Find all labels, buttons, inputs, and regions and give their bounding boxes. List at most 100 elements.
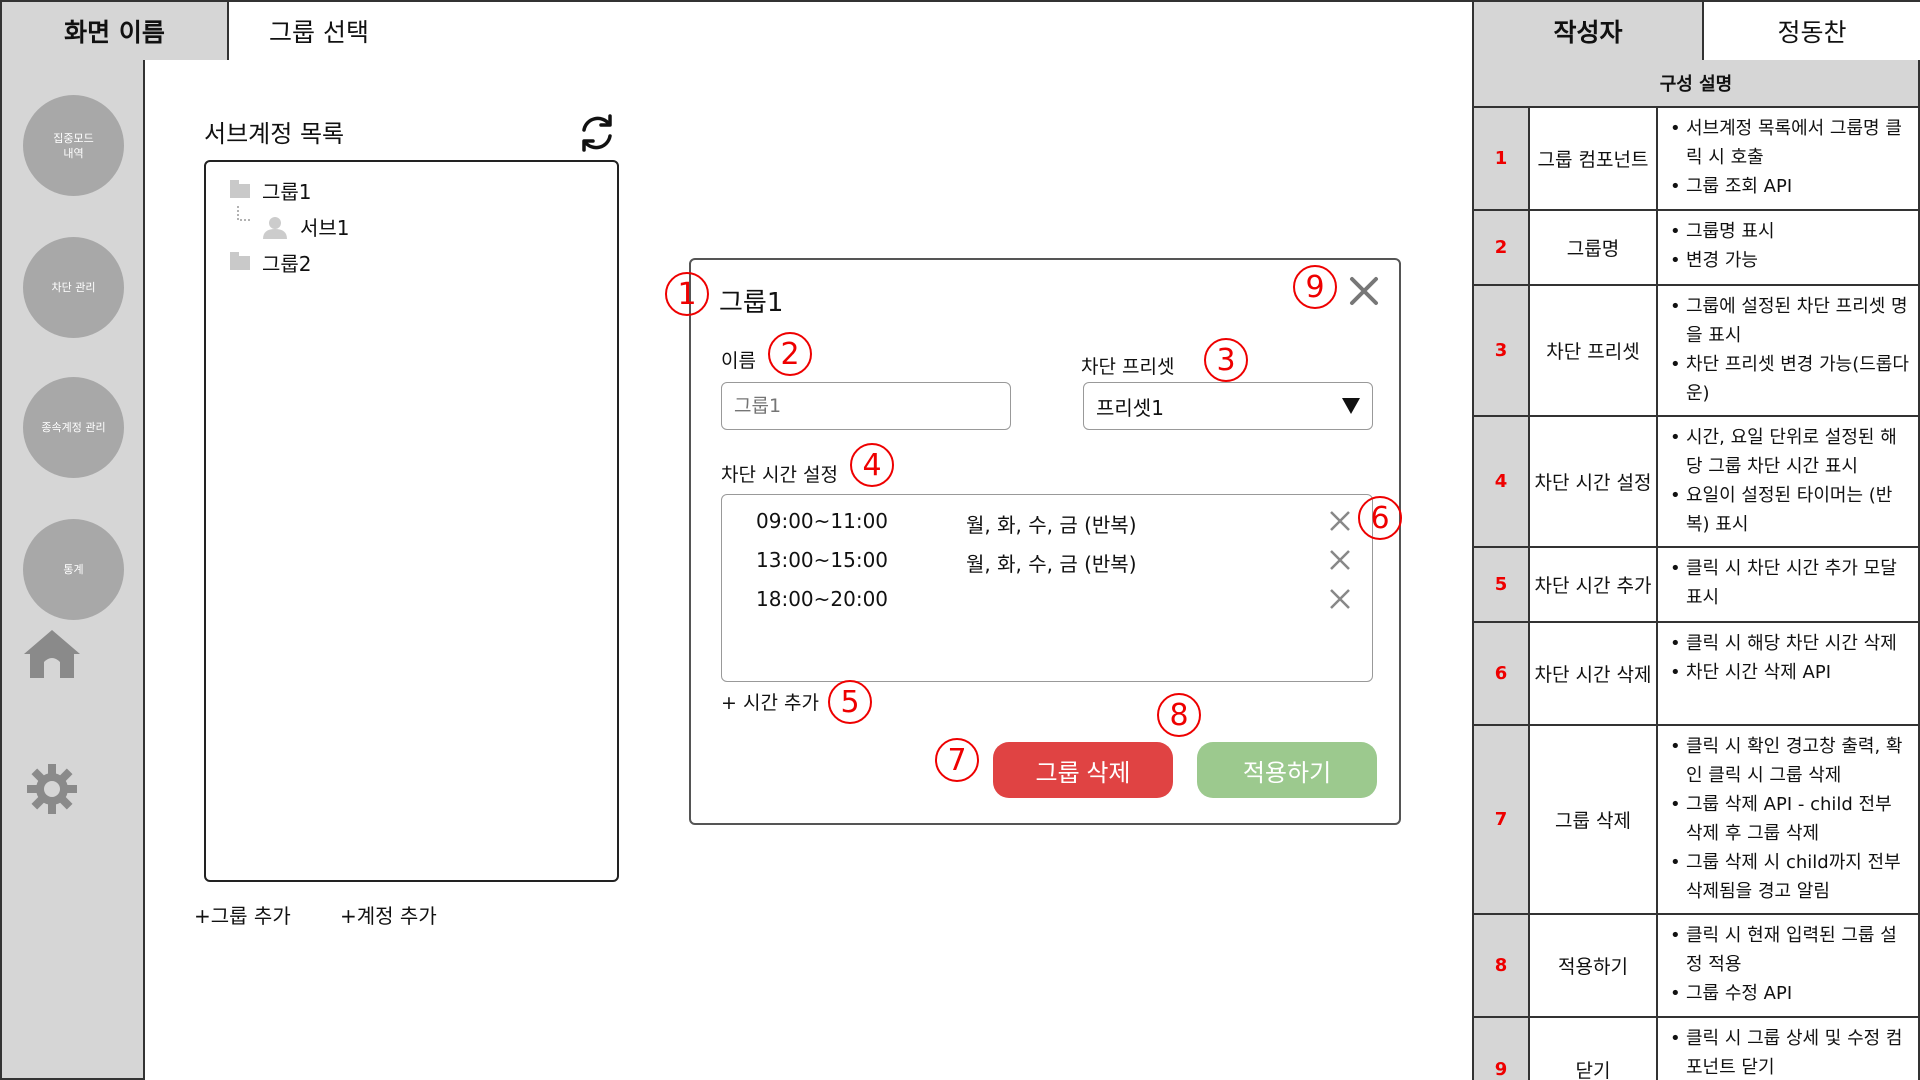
author-label: 작성자 [1474,2,1704,60]
row-name: 그룹 삭제 [1530,726,1658,913]
time-range: 18:00~20:00 [756,587,889,611]
tree-group-label: 그룹1 [262,180,312,204]
header-bar: 화면 이름 그룹 선택 작성자 정동찬 [0,0,1920,60]
row-details: 시간, 요일 단위로 설정된 해당 그룹 차단 시간 표시 요일이 설정된 타이… [1658,417,1918,546]
nav-item-block-manage[interactable]: 차단 관리 [23,237,124,338]
close-icon[interactable] [1347,274,1381,308]
row-details: 클릭 시 확인 경고창 출력, 확인 클릭 시 그룹 삭제 그룹 삭제 API … [1658,726,1918,913]
row-detail-item: 차단 프리셋 변경 가능(드롭다운) [1666,350,1912,408]
row-name: 그룹 컴포넌트 [1530,108,1658,209]
marker-4: 4 [850,443,894,487]
row-name: 그룹명 [1530,211,1658,284]
description-row: 6 차단 시간 삭제 클릭 시 해당 차단 시간 삭제 차단 시간 삭제 API [1474,623,1918,726]
row-detail-item: 그룹에 설정된 차단 프리셋 명을 표시 [1666,292,1912,350]
dropdown-arrow-icon [1342,398,1360,414]
row-number: 3 [1474,286,1530,415]
add-time-link[interactable]: + 시간 추가 [721,688,819,715]
row-detail-item: 시간, 요일 단위로 설정된 해당 그룹 차단 시간 표시 [1666,423,1912,481]
tree-account-label: 서브1 [300,216,350,240]
description-row: 4 차단 시간 설정 시간, 요일 단위로 설정된 해당 그룹 차단 시간 표시… [1474,417,1918,548]
gear-icon[interactable] [26,763,78,815]
row-details: 클릭 시 해당 차단 시간 삭제 차단 시간 삭제 API [1658,623,1918,724]
tree-group-item[interactable]: 그룹1 [230,176,312,205]
block-time-label: 차단 시간 설정 [721,464,838,486]
name-label: 이름 [721,350,756,372]
row-detail-item: 서브계정 목록에서 그룹명 클릭 시 호출 [1666,114,1912,172]
preset-value: 프리셋1 [1096,395,1164,420]
marker-7: 7 [935,738,979,782]
marker-8: 8 [1157,693,1201,737]
description-row: 2 그룹명 그룹명 표시 변경 가능 [1474,211,1918,286]
marker-6: 6 [1358,496,1402,540]
apply-button[interactable]: 적용하기 [1197,742,1377,798]
row-detail-item: 그룹 수정 API [1666,979,1912,1008]
author-value: 정동찬 [1704,2,1920,60]
row-name: 차단 시간 설정 [1530,417,1658,546]
time-days: 월, 화, 수, 금 (반복) [966,552,1137,576]
time-entry: 09:00~11:00 월, 화, 수, 금 (반복) [756,509,1137,538]
row-details: 클릭 시 그룹 상세 및 수정 컴포넌트 닫기 [1658,1018,1918,1080]
delete-time-icon[interactable] [1328,509,1352,533]
time-range: 09:00~11:00 [756,509,889,533]
row-detail-item: 클릭 시 차단 시간 추가 모달 표시 [1666,554,1912,612]
marker-2: 2 [768,332,812,376]
description-row: 1 그룹 컴포넌트 서브계정 목록에서 그룹명 클릭 시 호출 그룹 조회 AP… [1474,108,1918,211]
sub-account-tree: 그룹1 서브1 그룹2 [204,160,619,882]
group-name-input[interactable] [721,382,1011,430]
delete-group-button[interactable]: 그룹 삭제 [993,742,1173,798]
folder-icon [230,179,250,198]
row-details: 그룹명 표시 변경 가능 [1658,211,1918,284]
row-detail-item: 클릭 시 해당 차단 시간 삭제 [1666,629,1912,658]
tree-branch-line [237,206,252,221]
tree-group-label: 그룹2 [262,252,312,276]
time-entry: 18:00~20:00 [756,587,966,611]
nav-item-focus-history[interactable]: 집중모드 내역 [23,95,124,196]
row-detail-item: 클릭 시 현재 입력된 그룹 설정 적용 [1666,921,1912,979]
row-name: 차단 시간 추가 [1530,548,1658,621]
time-entry: 13:00~15:00 월, 화, 수, 금 (반복) [756,548,1137,577]
delete-time-icon[interactable] [1328,587,1352,611]
row-detail-item: 그룹 삭제 API - child 전부 삭제 후 그룹 삭제 [1666,790,1912,848]
row-detail-item: 클릭 시 그룹 상세 및 수정 컴포넌트 닫기 [1666,1024,1912,1080]
tree-account-item[interactable]: 서브1 [262,212,350,241]
nav-item-sub-account-manage[interactable]: 종속계정 관리 [23,377,124,478]
folder-icon [230,251,250,270]
person-icon [263,216,287,239]
screen-name-label: 화면 이름 [2,2,229,60]
description-row: 7 그룹 삭제 클릭 시 확인 경고창 출력, 확인 클릭 시 그룹 삭제 그룹… [1474,726,1918,915]
row-name: 차단 프리셋 [1530,286,1658,415]
description-panel: 구성 설명 1 그룹 컴포넌트 서브계정 목록에서 그룹명 클릭 시 호출 그룹… [1472,60,1920,1080]
nav-item-stats[interactable]: 통계 [23,519,124,620]
row-name: 차단 시간 삭제 [1530,623,1658,724]
marker-1: 1 [665,272,709,316]
add-group-link[interactable]: +그룹 추가 [194,900,291,929]
delete-time-icon[interactable] [1328,548,1352,572]
marker-9: 9 [1293,265,1337,309]
row-name: 적용하기 [1530,915,1658,1016]
row-number: 6 [1474,623,1530,724]
description-title: 구성 설명 [1474,60,1918,108]
screen-name-value: 그룹 선택 [229,2,1474,60]
modal-title: 그룹1 [719,288,784,318]
home-icon[interactable] [22,628,82,680]
refresh-icon[interactable] [576,112,618,154]
preset-dropdown[interactable]: 프리셋1 [1083,382,1373,430]
time-range: 13:00~15:00 [756,548,889,572]
row-detail-item: 그룹 삭제 시 child까지 전부 삭제됨을 경고 알림 [1666,848,1912,906]
row-number: 5 [1474,548,1530,621]
row-details: 클릭 시 차단 시간 추가 모달 표시 [1658,548,1918,621]
row-detail-item: 클릭 시 확인 경고창 출력, 확인 클릭 시 그룹 삭제 [1666,732,1912,790]
row-number: 2 [1474,211,1530,284]
side-nav: 집중모드 내역 차단 관리 종속계정 관리 통계 [0,60,145,1080]
block-time-list: 09:00~11:00 월, 화, 수, 금 (반복) 13:00~15:00 … [721,494,1373,682]
row-detail-item: 차단 시간 삭제 API [1666,658,1912,687]
description-row: 8 적용하기 클릭 시 현재 입력된 그룹 설정 적용 그룹 수정 API [1474,915,1918,1018]
row-detail-item: 요일이 설정된 타이머는 (반복) 표시 [1666,481,1912,539]
marker-3: 3 [1204,338,1248,382]
tree-group-item[interactable]: 그룹2 [230,248,312,277]
add-account-link[interactable]: +계정 추가 [340,900,437,929]
description-row: 5 차단 시간 추가 클릭 시 차단 시간 추가 모달 표시 [1474,548,1918,623]
row-details: 그룹에 설정된 차단 프리셋 명을 표시 차단 프리셋 변경 가능(드롭다운) [1658,286,1918,415]
row-details: 클릭 시 현재 입력된 그룹 설정 적용 그룹 수정 API [1658,915,1918,1016]
description-row: 3 차단 프리셋 그룹에 설정된 차단 프리셋 명을 표시 차단 프리셋 변경 … [1474,286,1918,417]
